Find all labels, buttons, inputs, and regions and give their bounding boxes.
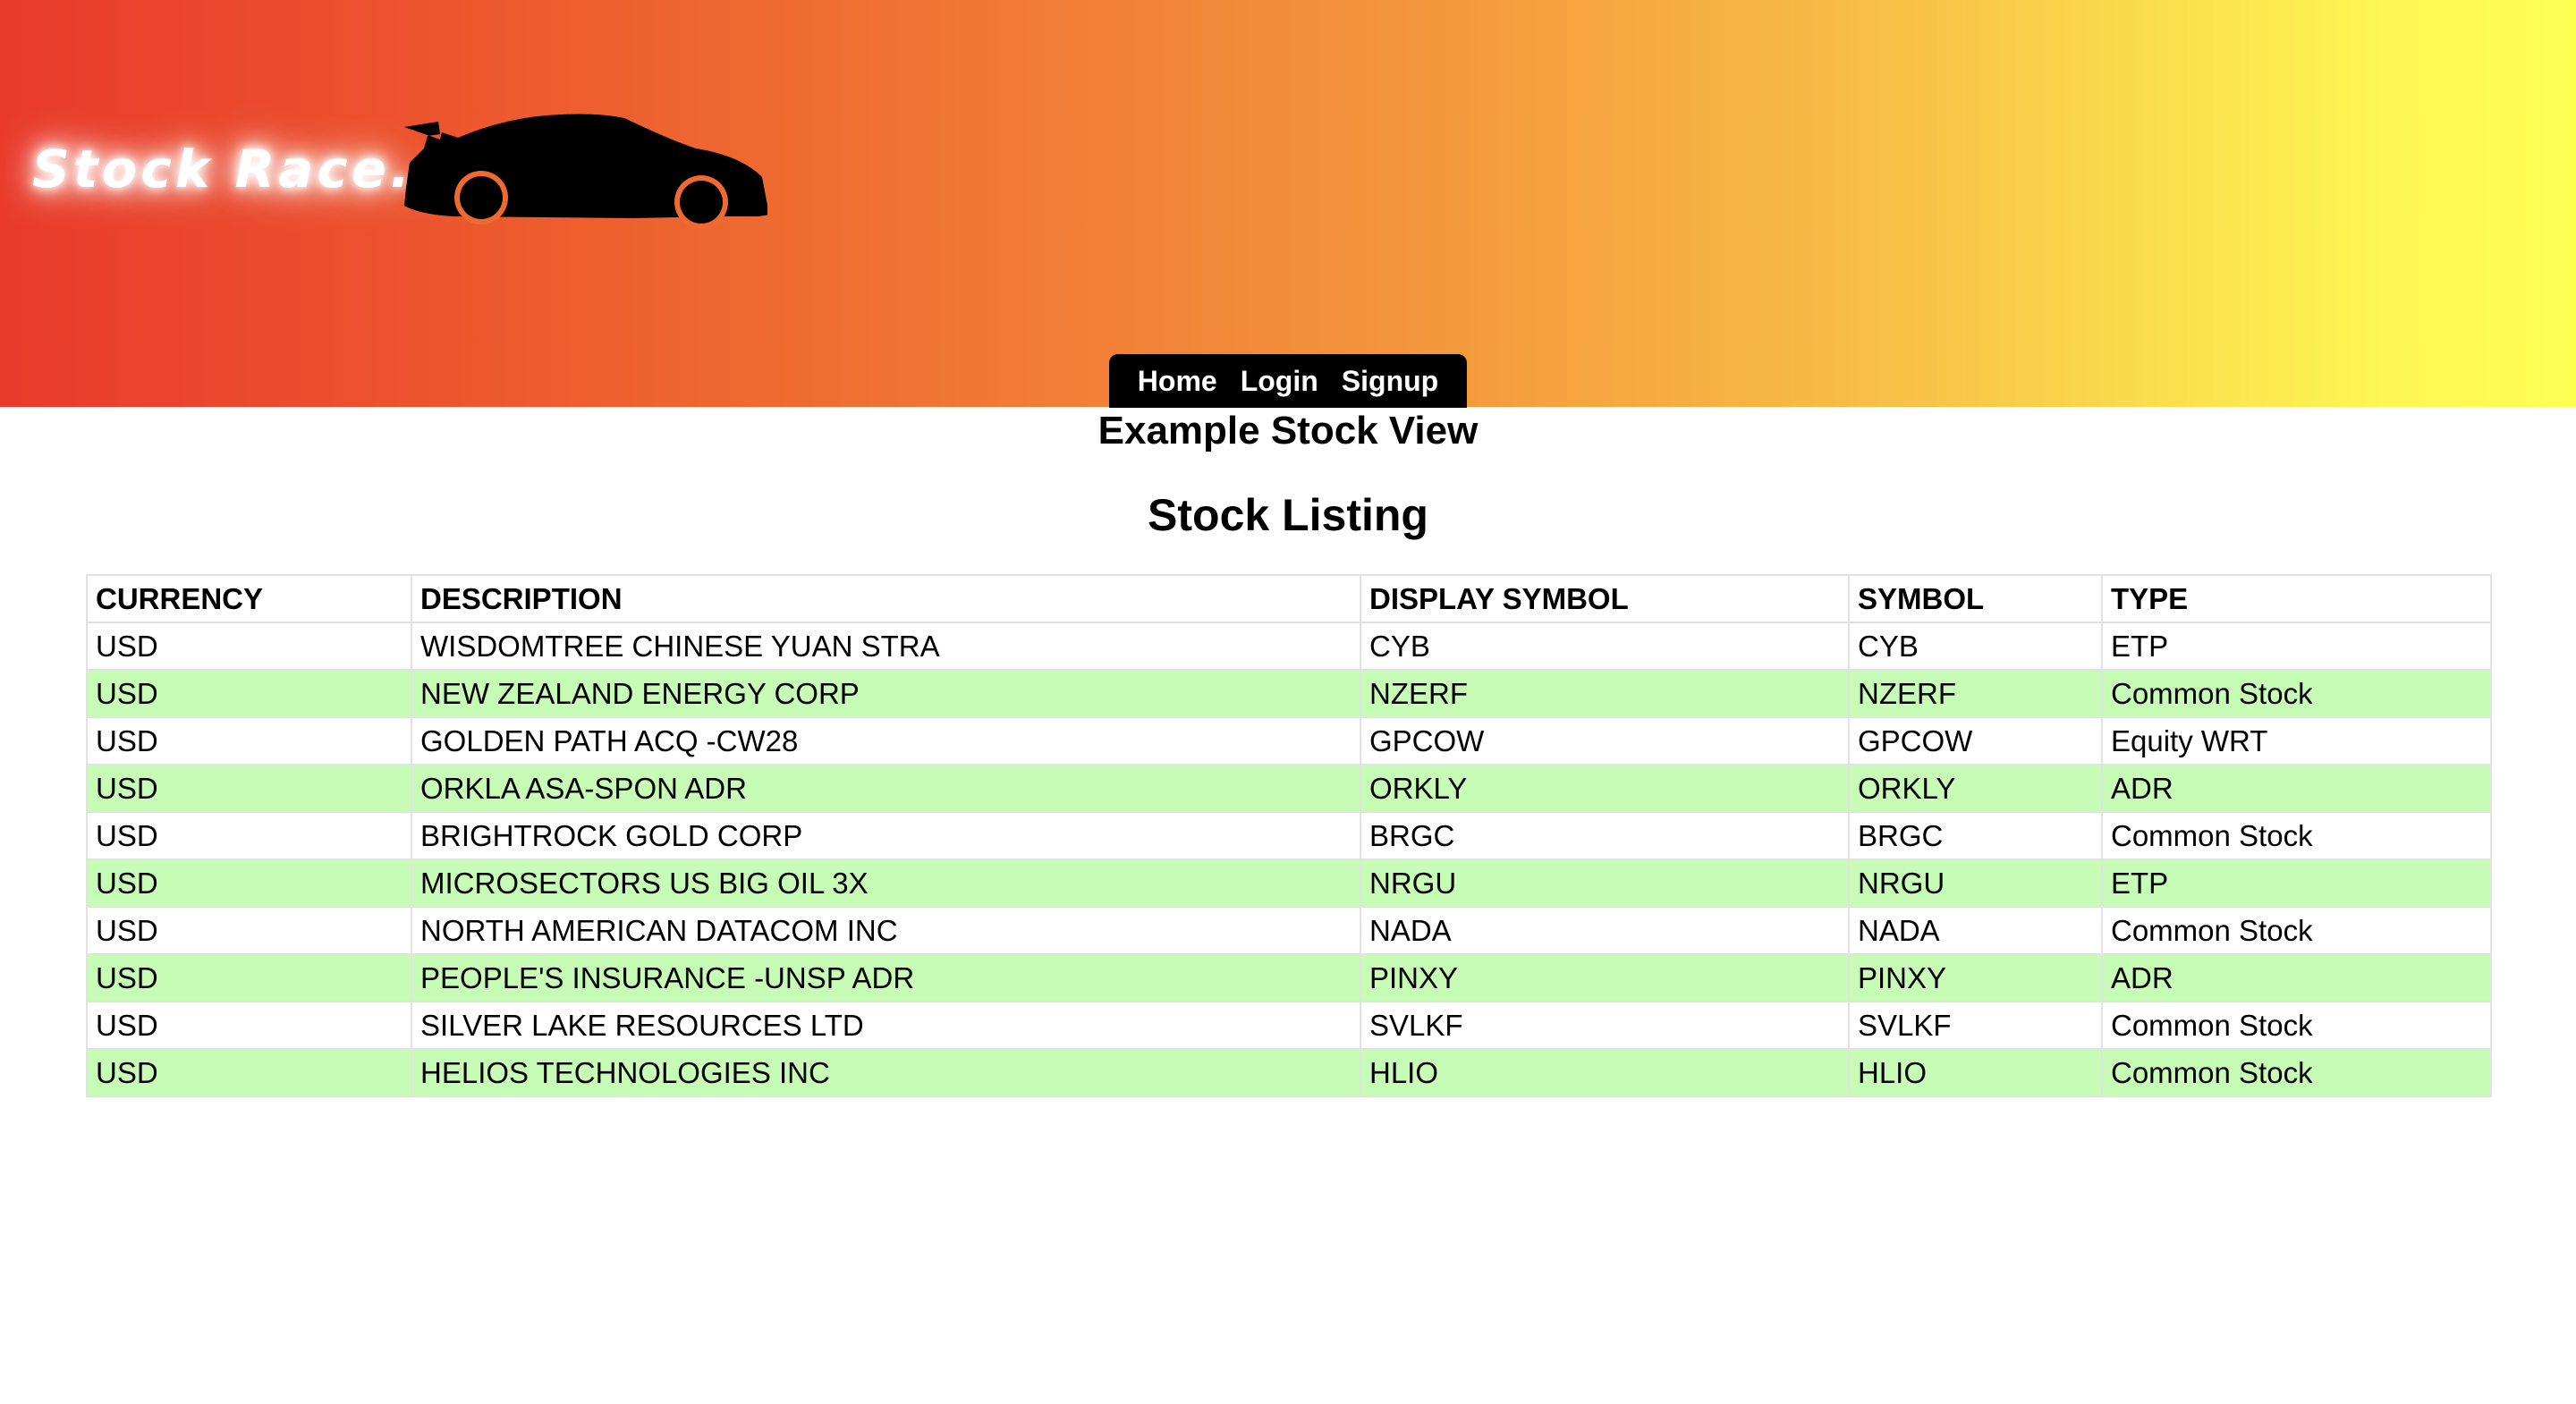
race-car-icon xyxy=(404,114,767,229)
cell-display-symbol: NZERF xyxy=(1360,669,1850,718)
cell-description: HELIOS TECHNOLOGIES INC xyxy=(411,1048,1361,1097)
table-row: USD SILVER LAKE RESOURCES LTD SVLKF SVLK… xyxy=(86,1001,2492,1050)
table-row: USD ORKLA ASA-SPON ADR ORKLY ORKLY ADR xyxy=(86,764,2492,813)
table-row: USD MICROSECTORS US BIG OIL 3X NRGU NRGU… xyxy=(86,858,2492,908)
cell-type: Common Stock xyxy=(2101,811,2492,860)
cell-symbol: BRGC xyxy=(1848,811,2103,860)
section-title: Stock Listing xyxy=(1148,490,1428,540)
column-header-type: TYPE xyxy=(2101,574,2492,623)
cell-type: ETP xyxy=(2101,622,2492,671)
cell-type: ADR xyxy=(2101,953,2492,1002)
cell-currency: USD xyxy=(86,764,412,813)
cell-display-symbol: CYB xyxy=(1360,622,1850,671)
cell-type: Common Stock xyxy=(2101,1001,2492,1050)
cell-description: SILVER LAKE RESOURCES LTD xyxy=(411,1001,1361,1050)
table-row: USD WISDOMTREE CHINESE YUAN STRA CYB CYB… xyxy=(86,622,2492,671)
cell-currency: USD xyxy=(86,622,412,671)
cell-display-symbol: ORKLY xyxy=(1360,764,1850,813)
nav-home-link[interactable]: Home xyxy=(1138,365,1217,398)
table-header-row: CURRENCY DESCRIPTION DISPLAY SYMBOL SYMB… xyxy=(86,574,2492,623)
cell-currency: USD xyxy=(86,858,412,908)
table-row: USD HELIOS TECHNOLOGIES INC HLIO HLIO Co… xyxy=(86,1048,2492,1097)
cell-description: PEOPLE'S INSURANCE -UNSP ADR xyxy=(411,953,1361,1002)
cell-currency: USD xyxy=(86,716,412,765)
table-row: USD PEOPLE'S INSURANCE -UNSP ADR PINXY P… xyxy=(86,953,2492,1002)
table-row: USD NORTH AMERICAN DATACOM INC NADA NADA… xyxy=(86,906,2492,955)
cell-symbol: NRGU xyxy=(1848,858,2103,908)
cell-type: Common Stock xyxy=(2101,1048,2492,1097)
cell-symbol: SVLKF xyxy=(1848,1001,2103,1050)
cell-currency: USD xyxy=(86,906,412,955)
cell-display-symbol: NADA xyxy=(1360,906,1850,955)
logo-text: Stock Race... xyxy=(32,139,461,199)
cell-type: Common Stock xyxy=(2101,906,2492,955)
cell-currency: USD xyxy=(86,953,412,1002)
cell-symbol: NZERF xyxy=(1848,669,2103,718)
cell-symbol: CYB xyxy=(1848,622,2103,671)
cell-display-symbol: SVLKF xyxy=(1360,1001,1850,1050)
cell-symbol: ORKLY xyxy=(1848,764,2103,813)
cell-description: NORTH AMERICAN DATACOM INC xyxy=(411,906,1361,955)
cell-display-symbol: PINXY xyxy=(1360,953,1850,1002)
cell-description: ORKLA ASA-SPON ADR xyxy=(411,764,1361,813)
cell-description: BRIGHTROCK GOLD CORP xyxy=(411,811,1361,860)
column-header-currency: CURRENCY xyxy=(86,574,412,623)
cell-type: Equity WRT xyxy=(2101,716,2492,765)
nav-login-link[interactable]: Login xyxy=(1241,365,1318,398)
cell-symbol: NADA xyxy=(1848,906,2103,955)
cell-display-symbol: BRGC xyxy=(1360,811,1850,860)
cell-currency: USD xyxy=(86,1048,412,1097)
header-banner: Stock Race... Home Login Signup xyxy=(0,0,2576,408)
cell-type: Common Stock xyxy=(2101,669,2492,718)
cell-symbol: HLIO xyxy=(1848,1048,2103,1097)
table-row: USD NEW ZEALAND ENERGY CORP NZERF NZERF … xyxy=(86,669,2492,718)
cell-description: WISDOMTREE CHINESE YUAN STRA xyxy=(411,622,1361,671)
cell-description: MICROSECTORS US BIG OIL 3X xyxy=(411,858,1361,908)
column-header-display-symbol: DISPLAY SYMBOL xyxy=(1360,574,1850,623)
cell-currency: USD xyxy=(86,669,412,718)
cell-symbol: GPCOW xyxy=(1848,716,2103,765)
cell-type: ETP xyxy=(2101,858,2492,908)
cell-display-symbol: GPCOW xyxy=(1360,716,1850,765)
nav-signup-link[interactable]: Signup xyxy=(1342,365,1438,398)
cell-type: ADR xyxy=(2101,764,2492,813)
stock-table: CURRENCY DESCRIPTION DISPLAY SYMBOL SYMB… xyxy=(86,574,2492,1097)
cell-symbol: PINXY xyxy=(1848,953,2103,1002)
cell-description: GOLDEN PATH ACQ -CW28 xyxy=(411,716,1361,765)
main-nav: Home Login Signup xyxy=(1109,354,1467,408)
cell-currency: USD xyxy=(86,1001,412,1050)
cell-currency: USD xyxy=(86,811,412,860)
column-header-description: DESCRIPTION xyxy=(411,574,1361,623)
cell-display-symbol: HLIO xyxy=(1360,1048,1850,1097)
cell-description: NEW ZEALAND ENERGY CORP xyxy=(411,669,1361,718)
table-row: USD GOLDEN PATH ACQ -CW28 GPCOW GPCOW Eq… xyxy=(86,716,2492,765)
table-row: USD BRIGHTROCK GOLD CORP BRGC BRGC Commo… xyxy=(86,811,2492,860)
page-title: Example Stock View xyxy=(1097,409,1479,452)
column-header-symbol: SYMBOL xyxy=(1848,574,2103,623)
cell-display-symbol: NRGU xyxy=(1360,858,1850,908)
